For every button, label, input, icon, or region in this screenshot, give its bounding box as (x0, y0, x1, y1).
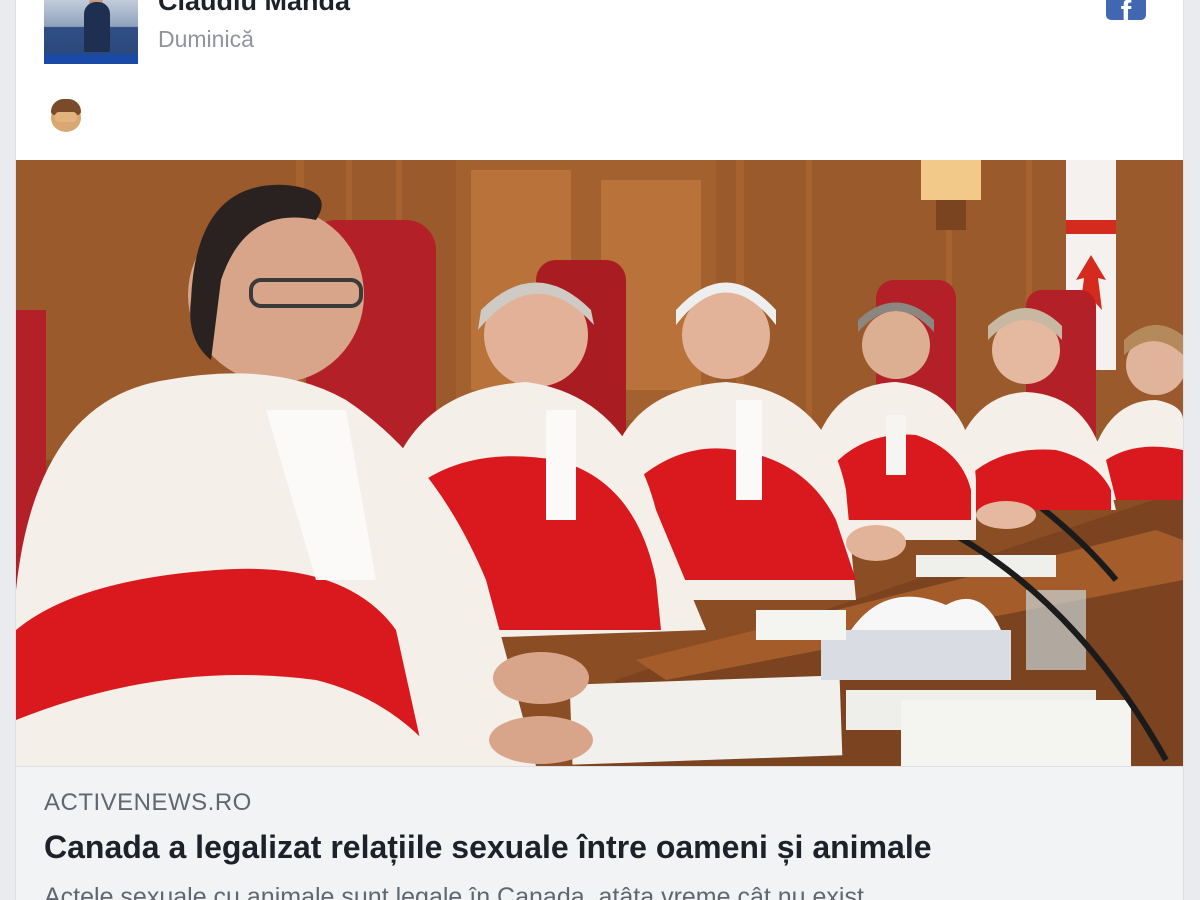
judges-photo-illustration (16, 160, 1183, 766)
post-header: Claudiu Manda Duminică f (16, 0, 1183, 160)
facebook-icon[interactable]: f (1106, 0, 1146, 20)
post-image[interactable] (16, 160, 1183, 766)
author-name[interactable]: Claudiu Manda (158, 0, 350, 17)
avatar-banner (44, 54, 138, 64)
link-domain: ACTIVENEWS.RO (44, 789, 252, 816)
post-date[interactable]: Duminică (158, 26, 254, 53)
emoji-hands (55, 112, 77, 122)
link-preview[interactable]: ACTIVENEWS.RO Canada a legalizat relații… (16, 766, 1183, 900)
facebook-post-card: Claudiu Manda Duminică f ACTIVENEWS.RO C… (15, 0, 1184, 900)
link-snippet: Actele sexuale cu animale sunt legale în… (44, 883, 864, 900)
author-avatar[interactable] (44, 0, 138, 64)
avatar-figure-body (84, 2, 110, 52)
link-headline[interactable]: Canada a legalizat relațiile sexuale înt… (44, 829, 932, 866)
monkey-emoji-icon (49, 98, 83, 134)
